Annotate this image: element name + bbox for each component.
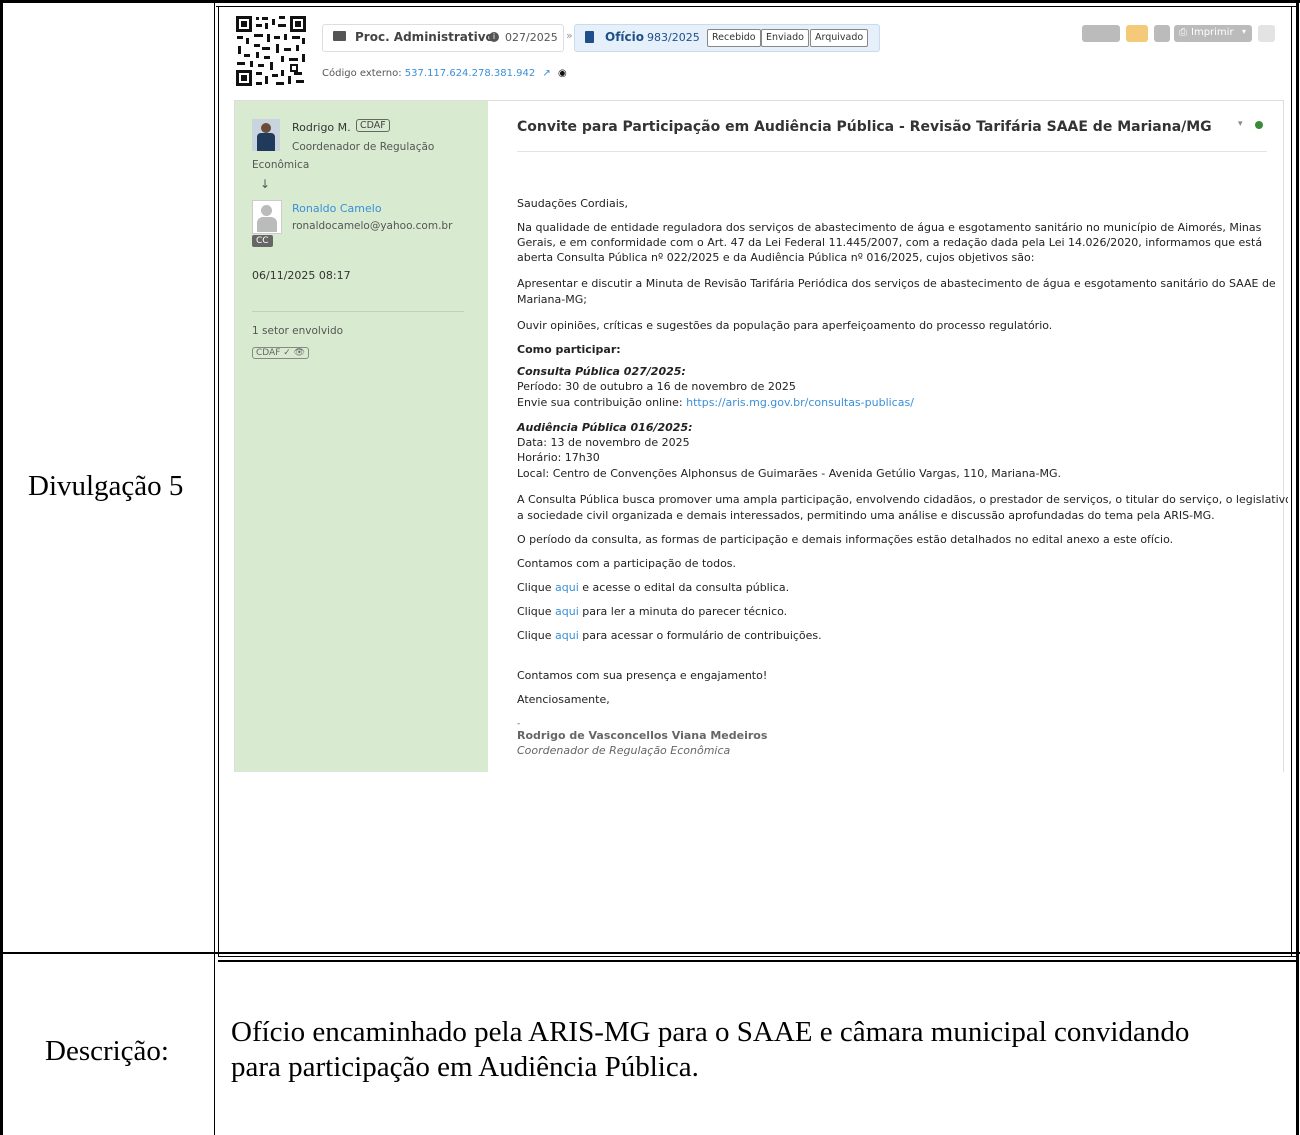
caret-down-icon: ▾ xyxy=(1242,27,1247,36)
embedded-screenshot: Proc. Administrativo i 027/2025 » Ofício… xyxy=(228,12,1288,772)
body-cp-title: Consulta Pública 027/2025: xyxy=(517,365,686,378)
sidebar-divider xyxy=(252,311,464,312)
body-p1-line2: Gerais, e em conformidade com o Art. 47 … xyxy=(517,236,1263,249)
eye-icon[interactable]: ◉ xyxy=(558,68,567,79)
folder-icon xyxy=(333,31,346,41)
body-ap-date: Data: 13 de novembro de 2025 xyxy=(517,436,690,449)
body-p1-line1: Na qualidade de entidade reguladora dos … xyxy=(517,221,1262,234)
body-p5: O período da consulta, as formas de part… xyxy=(517,533,1174,546)
consulta-link[interactable]: https://aris.mg.gov.br/consultas-publica… xyxy=(686,396,914,409)
body-p2-line2: Mariana-MG; xyxy=(517,293,587,306)
body-ap-title: Audiência Pública 016/2025: xyxy=(517,421,693,434)
message-subject: Convite para Participação em Audiência P… xyxy=(517,119,1212,135)
click-suffix-3: para acessar o formulário de contribuiçõ… xyxy=(582,629,822,642)
sender-role-line2: Econômica xyxy=(252,159,310,171)
message-sidebar: Rodrigo M. CDAF Coordenador de Regulação… xyxy=(235,101,488,772)
breadcrumb-oficio[interactable]: Ofício 983/2025 Recebido Enviado Arquiva… xyxy=(574,24,880,52)
click-prefix: Clique xyxy=(517,581,552,594)
sender-name: Rodrigo M. xyxy=(292,121,351,134)
proc-number: 027/2025 xyxy=(505,31,558,44)
description-line1: Ofício encaminhado pela ARIS-MG para o S… xyxy=(231,1016,1190,1048)
sender-avatar xyxy=(252,119,280,151)
table-mid-border-b xyxy=(218,6,219,956)
table-right-border xyxy=(1296,0,1299,1135)
oficio-number: 983/2025 xyxy=(647,31,700,44)
row-label-divulgacao: Divulgação 5 xyxy=(28,470,184,502)
table-right-inner xyxy=(1291,6,1292,956)
signature-name: Rodrigo de Vasconcellos Viana Medeiros xyxy=(517,729,768,742)
info-icon: i xyxy=(489,32,499,42)
tag-arquivado[interactable]: Arquivado xyxy=(810,29,869,47)
body-closing2: Atenciosamente, xyxy=(517,693,610,706)
signature-role: Coordenador de Regulação Econômica xyxy=(517,744,731,757)
body-ap-time: Horário: 17h30 xyxy=(517,451,600,464)
table-mid-border-a xyxy=(214,0,215,1135)
external-link-icon[interactable]: ↗ xyxy=(542,68,550,79)
color-marker-button[interactable] xyxy=(1126,25,1148,42)
body-p4-line1: A Consulta Pública busca promover uma am… xyxy=(517,493,1288,506)
click-link-formulario[interactable]: aqui xyxy=(555,629,579,642)
click-row-3: Clique aqui para acessar o formulário de… xyxy=(517,629,822,643)
tag-recebido[interactable]: Recebido xyxy=(707,29,761,47)
table-left-border xyxy=(0,0,3,1135)
click-link-minuta[interactable]: aqui xyxy=(555,605,579,618)
click-row-2: Clique aqui para ler a minuta do parecer… xyxy=(517,605,787,619)
click-suffix-2: para ler a minuta do parecer técnico. xyxy=(582,605,788,618)
recipient-email: ronaldocamelo@yahoo.com.br xyxy=(292,220,453,232)
tags-dropdown-button[interactable] xyxy=(1082,25,1120,42)
printer-icon: ⎙ xyxy=(1179,27,1187,38)
body-p6: Contamos com a participação de todos. xyxy=(517,557,737,570)
status-dot-icon xyxy=(1255,121,1263,129)
click-prefix: Clique xyxy=(517,629,552,642)
click-prefix: Clique xyxy=(517,605,552,618)
click-link-edital[interactable]: aqui xyxy=(555,581,579,594)
body-cp-send-row: Envie sua contribuição online: https://a… xyxy=(517,396,914,410)
recipient-cc-badge: CC xyxy=(252,235,273,247)
breadcrumb-proc[interactable]: Proc. Administrativo i 027/2025 xyxy=(322,24,564,52)
table-top-border-inner xyxy=(216,6,1298,7)
body-p4-line2: a sociedade civil organizada e demais in… xyxy=(517,509,1215,522)
tag-enviado[interactable]: Enviado xyxy=(761,29,809,47)
table-row-divider-inner xyxy=(218,956,1298,957)
body-p1-line3: aberta Consulta Pública nº 022/2025 e da… xyxy=(517,251,1035,264)
subject-divider xyxy=(517,151,1267,152)
document-icon xyxy=(585,31,594,43)
star-icon[interactable] xyxy=(1258,25,1275,42)
print-label: Imprimir xyxy=(1191,27,1234,38)
caret-down-icon[interactable]: ▾ xyxy=(1238,119,1243,129)
external-code-link[interactable]: 537.117.624.278.381.942 xyxy=(405,68,535,79)
print-button[interactable]: ⎙ Imprimir ▾ xyxy=(1174,25,1252,42)
body-p2-line1: Apresentar e discutir a Minuta de Revisã… xyxy=(517,277,1276,290)
sector-badge[interactable]: CDAF ✓ 👁 xyxy=(252,347,310,359)
sender-badge: CDAF xyxy=(356,119,390,132)
description-line2: para participação em Audiência Pública. xyxy=(231,1051,699,1083)
arrow-down-icon: ↓ xyxy=(260,177,271,191)
body-how-title: Como participar: xyxy=(517,343,621,356)
external-code-label: Código externo: xyxy=(322,68,402,79)
row-label-descricao: Descrição: xyxy=(45,1035,169,1067)
body-closing1: Contamos com sua presença e engajamento! xyxy=(517,669,768,682)
click-suffix-1: e acesse o edital da consulta pública. xyxy=(582,581,790,594)
table-row-divider xyxy=(0,952,1300,954)
click-row-1: Clique aqui e acesse o edital da consult… xyxy=(517,581,789,595)
body-ap-place: Local: Centro de Convenções Alphonsus de… xyxy=(517,467,1061,480)
external-code-row: Código externo: 537.117.624.278.381.942 … xyxy=(322,68,567,79)
recipient-name[interactable]: Ronaldo Camelo xyxy=(292,202,382,215)
body-cp-period: Período: 30 de outubro a 16 de novembro … xyxy=(517,380,796,393)
recipient-avatar xyxy=(252,200,282,234)
body-cp-send: Envie sua contribuição online: xyxy=(517,396,683,409)
breadcrumb-separator: » xyxy=(566,29,573,42)
body-p3: Ouvir opiniões, críticas e sugestões da … xyxy=(517,319,1053,332)
file-icon[interactable] xyxy=(1154,25,1170,42)
qr-code-icon xyxy=(234,14,308,88)
table-top-border xyxy=(0,0,1300,3)
oficio-label: Ofício xyxy=(605,30,645,44)
sectors-label: 1 setor envolvido xyxy=(252,325,344,337)
table-row2-top xyxy=(218,960,1298,962)
sender-role-line1: Coordenador de Regulação xyxy=(292,141,435,153)
message-datetime: 06/11/2025 08:17 xyxy=(252,269,351,282)
message-panel: Rodrigo M. CDAF Coordenador de Regulação… xyxy=(234,100,1288,772)
proc-label: Proc. Administrativo xyxy=(355,30,494,44)
body-greeting: Saudações Cordiais, xyxy=(517,197,628,210)
